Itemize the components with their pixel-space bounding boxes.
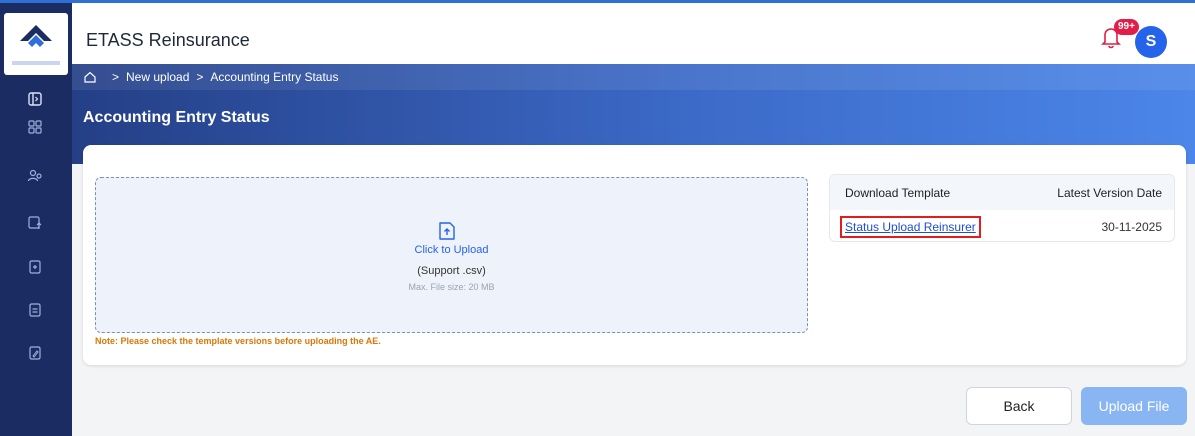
max-file-size-text: Max. File size: 20 MB: [408, 282, 495, 292]
back-button[interactable]: Back: [966, 387, 1072, 425]
user-avatar[interactable]: S: [1135, 26, 1167, 58]
table-row: Status Upload Reinsurer 30-11-2025: [830, 210, 1174, 241]
app-title: ETASS Reinsurance: [86, 30, 250, 50]
top-header: ETASS Reinsurance 99+ S: [72, 3, 1195, 64]
template-version-date: 30-11-2025: [1101, 219, 1163, 234]
upload-card: Click to Upload (Support .csv) Max. File…: [83, 145, 1186, 365]
click-to-upload-link[interactable]: Click to Upload: [96, 244, 807, 256]
page-title: Accounting Entry Status: [83, 109, 270, 126]
breadcrumb: > New upload > Accounting Entry Status: [72, 64, 1195, 90]
document-icon[interactable]: [27, 302, 43, 318]
column-header-download-template: Download Template: [845, 185, 951, 200]
add-document-icon[interactable]: [27, 259, 43, 275]
breadcrumb-separator: >: [196, 70, 204, 84]
template-table: Download Template Latest Version Date St…: [829, 174, 1175, 242]
upload-file-button[interactable]: Upload File: [1081, 387, 1187, 425]
supported-format-text: (Support .csv): [417, 265, 486, 277]
template-download-link[interactable]: Status Upload Reinsurer: [840, 215, 981, 238]
users-icon[interactable]: [27, 168, 43, 184]
edit-document-icon[interactable]: [27, 345, 43, 361]
logo-mark-icon: [20, 25, 52, 47]
breadcrumb-new-upload[interactable]: New upload: [126, 70, 189, 84]
upload-file-icon[interactable]: [436, 220, 458, 242]
template-table-header: Download Template Latest Version Date: [830, 175, 1174, 210]
home-icon[interactable]: [83, 70, 97, 84]
column-header-latest-version-date: Latest Version Date: [1057, 185, 1162, 200]
upload-entry-icon[interactable]: [27, 215, 43, 231]
breadcrumb-separator: >: [112, 70, 120, 84]
dashboard-grid-icon[interactable]: [27, 119, 43, 135]
upload-note: Note: Please check the template versions…: [95, 336, 381, 346]
sidebar: [0, 3, 72, 436]
breadcrumb-current: Accounting Entry Status: [210, 70, 339, 84]
logo-tagline-strip: [12, 61, 60, 65]
company-logo[interactable]: [4, 13, 68, 75]
sidebar-toggle-icon[interactable]: [27, 91, 43, 107]
notification-count-badge: 99+: [1114, 19, 1139, 35]
file-dropzone[interactable]: Click to Upload (Support .csv) Max. File…: [95, 177, 808, 333]
